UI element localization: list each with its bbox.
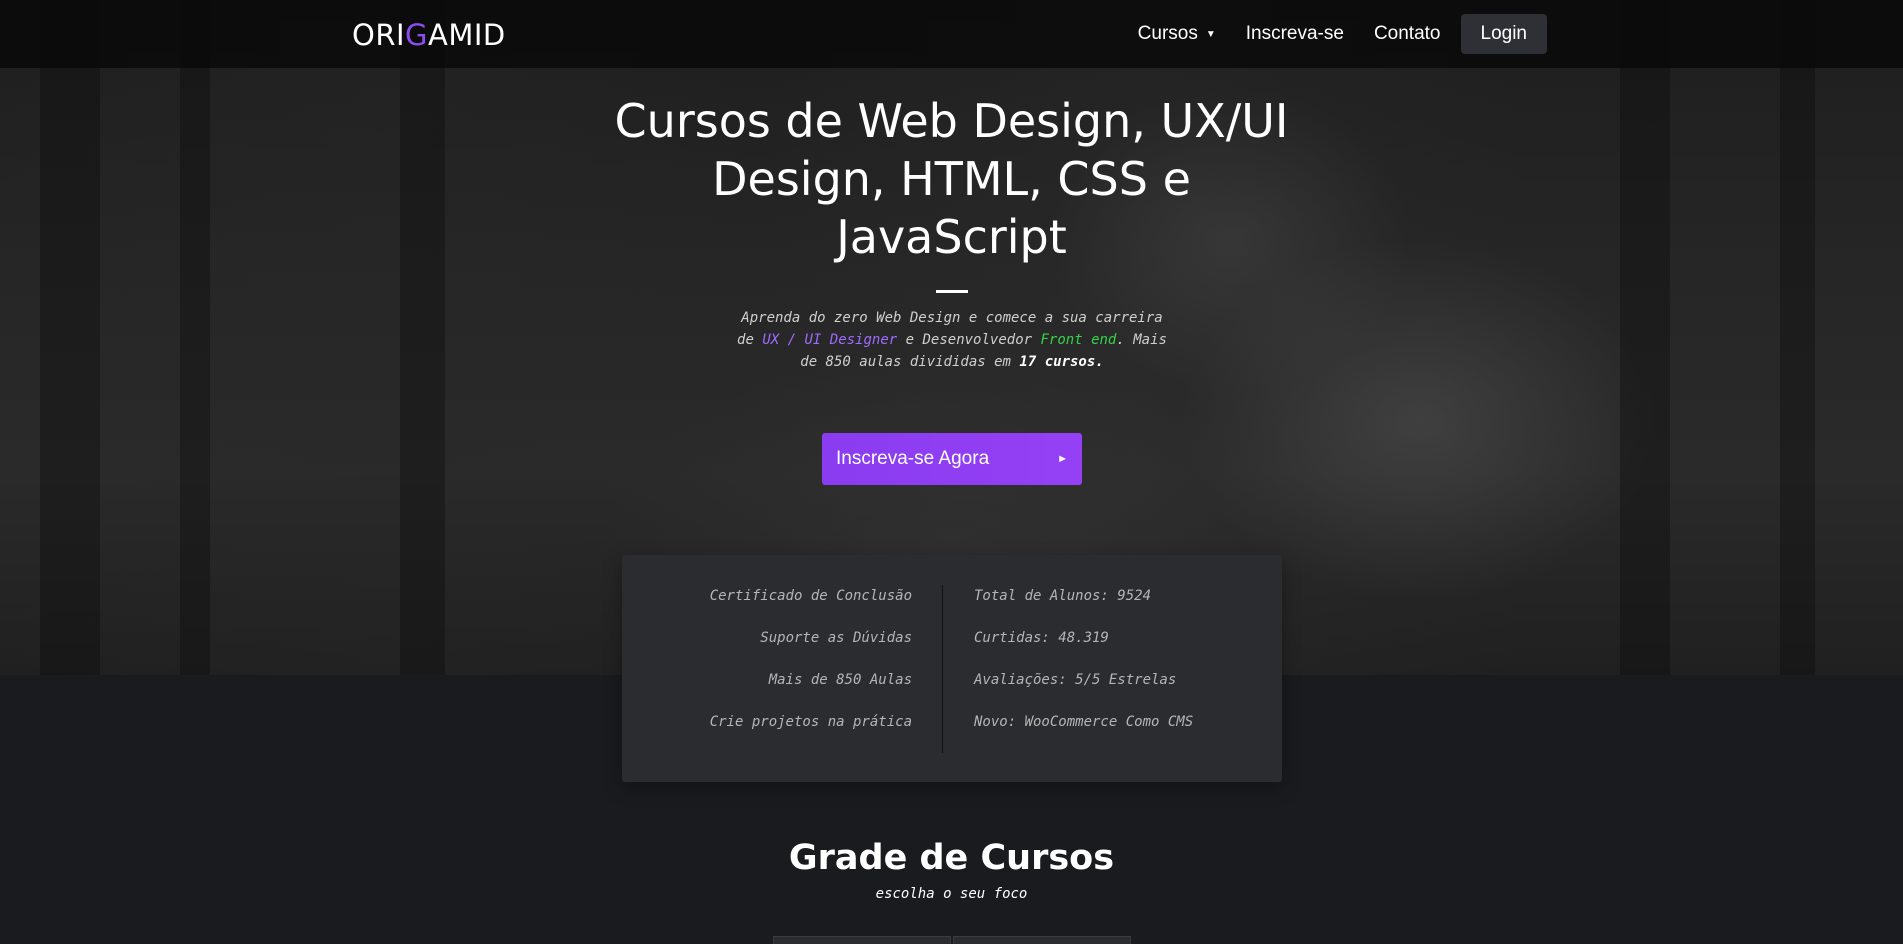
subscribe-now-button[interactable]: Inscreva-se Agora ► — [822, 433, 1082, 485]
feature-item: Crie projetos na prática — [709, 714, 912, 730]
top-navigation-bar: ORIGAMID Cursos ▼ Inscreva-se Contato Lo… — [0, 0, 1903, 68]
features-panel: Certificado de Conclusão Suporte as Dúvi… — [622, 555, 1282, 782]
stat-item: Novo: WooCommerce Como CMS — [974, 714, 1194, 730]
origamid-logo[interactable]: ORIGAMID — [352, 19, 506, 51]
nav-cursos[interactable]: Cursos ▼ — [1138, 23, 1216, 45]
feature-item: Certificado de Conclusão — [709, 588, 912, 604]
hero-headline: Cursos de Web Design, UX/UI Design, HTML… — [614, 94, 1289, 264]
tree-trunk — [40, 0, 100, 675]
tree-trunk — [180, 0, 210, 675]
cta-label: Inscreva-se Agora — [836, 448, 990, 469]
lead-text: e Desenvolvedor — [897, 332, 1041, 348]
logo-text: ORI — [352, 18, 406, 52]
tree-trunk — [400, 0, 445, 675]
feature-item: Mais de 850 Aulas — [768, 672, 912, 688]
stat-item: Avaliações: 5/5 Estrelas — [974, 672, 1177, 688]
logo-accent: G — [405, 18, 429, 52]
tree-trunk — [1620, 0, 1670, 675]
lead-course-count: 17 cursos. — [1019, 354, 1104, 370]
headline-divider — [936, 290, 968, 293]
courses-section-title: Grade de Cursos — [788, 838, 1115, 878]
caret-down-icon: ▼ — [1205, 28, 1216, 40]
courses-section-subtitle: escolha o seu foco — [875, 886, 1028, 902]
login-button[interactable]: Login — [1460, 14, 1547, 54]
course-tab[interactable] — [953, 936, 1131, 944]
main-nav: Cursos ▼ Inscreva-se Contato Login — [1108, 14, 1547, 54]
features-divider — [942, 585, 943, 753]
lead-highlight-ux: UX / UI Designer — [762, 332, 898, 348]
nav-label: Cursos — [1137, 23, 1198, 44]
stat-item: Curtidas: 48.319 — [974, 630, 1109, 646]
tree-trunk — [1780, 0, 1815, 675]
lead-highlight-frontend: Front end — [1040, 332, 1117, 348]
features-right-list: Total de Alunos: 9524 Curtidas: 48.319 A… — [974, 585, 1193, 753]
hero-lead: Aprenda do zero Web Design e comece a su… — [732, 307, 1172, 373]
course-tab[interactable] — [773, 936, 951, 944]
nav-contato[interactable]: Contato — [1374, 23, 1441, 45]
feature-item: Suporte as Dúvidas — [760, 630, 912, 646]
nav-inscreva-se[interactable]: Inscreva-se — [1246, 23, 1344, 45]
play-arrow-icon: ► — [1057, 453, 1068, 465]
logo-text: AMID — [428, 18, 506, 52]
features-left-list: Certificado de Conclusão Suporte as Dúvi… — [710, 585, 912, 753]
stat-item: Total de Alunos: 9524 — [974, 588, 1152, 604]
